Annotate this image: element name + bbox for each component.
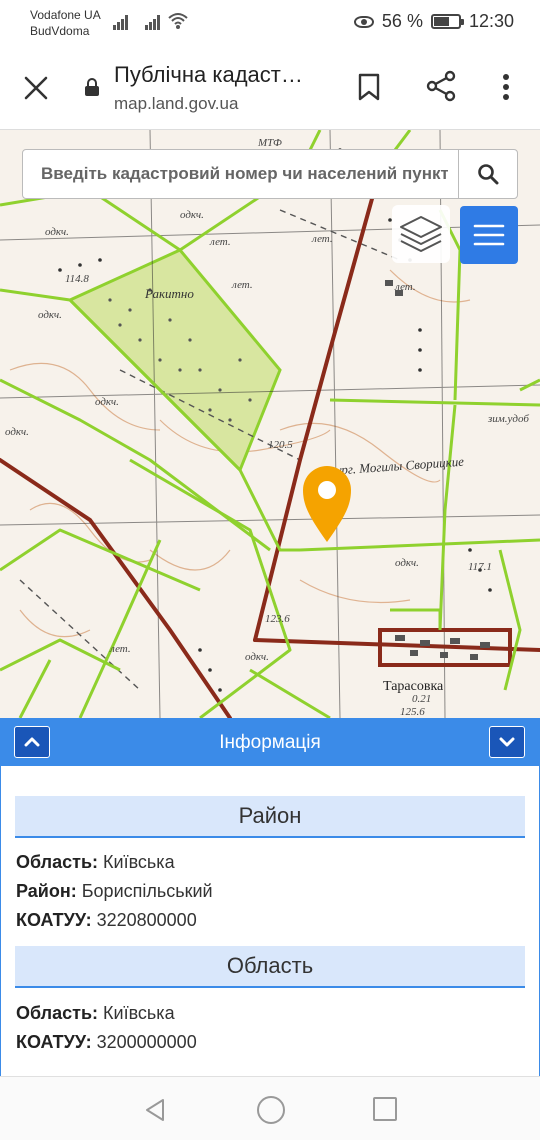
lock-icon xyxy=(85,78,99,96)
cadastral-search-bar xyxy=(22,149,518,199)
map-label: одкч. xyxy=(45,226,69,238)
field-value: 3200000000 xyxy=(96,1032,197,1052)
hamburger-menu-icon xyxy=(473,224,505,246)
topographic-map[interactable]: МТФ одкч. одкч. одкч. одкч. одкч. одкч. … xyxy=(0,130,540,718)
field-label: Область: xyxy=(16,852,99,872)
wifi-icon xyxy=(168,13,188,29)
signal-icon-2 xyxy=(145,14,163,30)
field-value: 3220800000 xyxy=(96,910,197,930)
map-view[interactable]: МТФ одкч. одкч. одкч. одкч. одкч. одкч. … xyxy=(0,130,540,718)
map-label: лет. xyxy=(231,279,253,291)
page-title[interactable]: Публічна кадаст… xyxy=(114,62,324,88)
status-bar: Vodafone UA BudVdoma 56 % 12:30 xyxy=(0,0,540,46)
battery-icon xyxy=(430,14,464,29)
map-label: 125.6 xyxy=(400,706,425,718)
info-panel-title: Інформація xyxy=(219,732,321,753)
map-label: 117.1 xyxy=(468,561,492,573)
eye-comfort-icon xyxy=(353,15,374,28)
chevron-down-icon xyxy=(499,737,515,747)
carrier-name: Vodafone UA xyxy=(30,8,101,22)
collapse-panel-button[interactable] xyxy=(489,726,525,758)
map-label: лет. xyxy=(209,236,231,248)
map-label: МТФ xyxy=(257,137,282,149)
map-label-village: Тарасовка xyxy=(383,679,444,694)
map-label: 123.6 xyxy=(265,613,290,625)
field-oblast: Область: Київська xyxy=(16,852,175,873)
browser-toolbar: Публічна кадаст… map.land.gov.ua xyxy=(0,46,540,130)
map-label: 120.5 xyxy=(268,439,293,451)
carrier-info: Vodafone UA BudVdoma xyxy=(30,7,101,39)
search-button[interactable] xyxy=(458,150,517,198)
map-label: одкч. xyxy=(38,309,62,321)
battery-percent: 56 % xyxy=(381,11,423,31)
field-raion: Район: Бориспільський xyxy=(16,881,213,902)
field-koatuu: КОАТУУ: 3220800000 xyxy=(16,910,197,931)
home-icon[interactable] xyxy=(257,1096,285,1124)
map-label: лет. xyxy=(311,233,333,245)
map-label: одкч. xyxy=(395,557,419,569)
menu-button[interactable] xyxy=(460,206,518,264)
page-url[interactable]: map.land.gov.ua xyxy=(114,94,238,114)
map-label: одкч. xyxy=(180,209,204,221)
map-label: 0.21 xyxy=(412,693,431,705)
section-heading-oblast: Область xyxy=(15,946,525,988)
map-label: зим.удоб xyxy=(487,413,529,425)
field-label: Область: xyxy=(16,1003,99,1023)
map-label: 114.8 xyxy=(65,273,89,285)
clock: 12:30 xyxy=(468,11,514,31)
section-heading-district: Район xyxy=(15,796,525,838)
carrier-name-secondary: BudVdoma xyxy=(30,24,90,38)
map-label: лет. xyxy=(109,643,131,655)
map-label-forest: Ракитно xyxy=(144,286,194,301)
back-icon[interactable] xyxy=(142,1097,168,1123)
field-oblast: Область: Київська xyxy=(16,1003,175,1024)
field-value: Київська xyxy=(103,1003,175,1023)
signal-icon xyxy=(113,14,131,30)
layers-icon xyxy=(400,216,442,252)
field-label: Район: xyxy=(16,881,77,901)
map-label: одкч. xyxy=(95,396,119,408)
info-panel-header: Інформація xyxy=(0,718,540,766)
map-label: одкч. xyxy=(245,651,269,663)
info-panel-body: Район Область: Київська Район: Бориспіль… xyxy=(0,766,540,1076)
field-label: КОАТУУ: xyxy=(16,1032,92,1052)
more-vert-icon[interactable] xyxy=(494,72,518,102)
share-icon[interactable] xyxy=(425,70,457,102)
recent-apps-icon[interactable] xyxy=(373,1097,397,1121)
bookmark-icon[interactable] xyxy=(356,72,382,102)
layers-button[interactable] xyxy=(392,205,450,263)
system-nav-bar xyxy=(0,1076,540,1140)
field-label: КОАТУУ: xyxy=(16,910,92,930)
close-icon[interactable] xyxy=(22,74,50,102)
map-label: лет. xyxy=(394,281,416,293)
search-input[interactable] xyxy=(23,150,459,198)
field-value: Бориспільський xyxy=(81,881,213,901)
search-icon xyxy=(478,164,499,185)
map-label: одкч. xyxy=(5,426,29,438)
field-value: Київська xyxy=(103,852,175,872)
field-koatuu: КОАТУУ: 3200000000 xyxy=(16,1032,197,1053)
